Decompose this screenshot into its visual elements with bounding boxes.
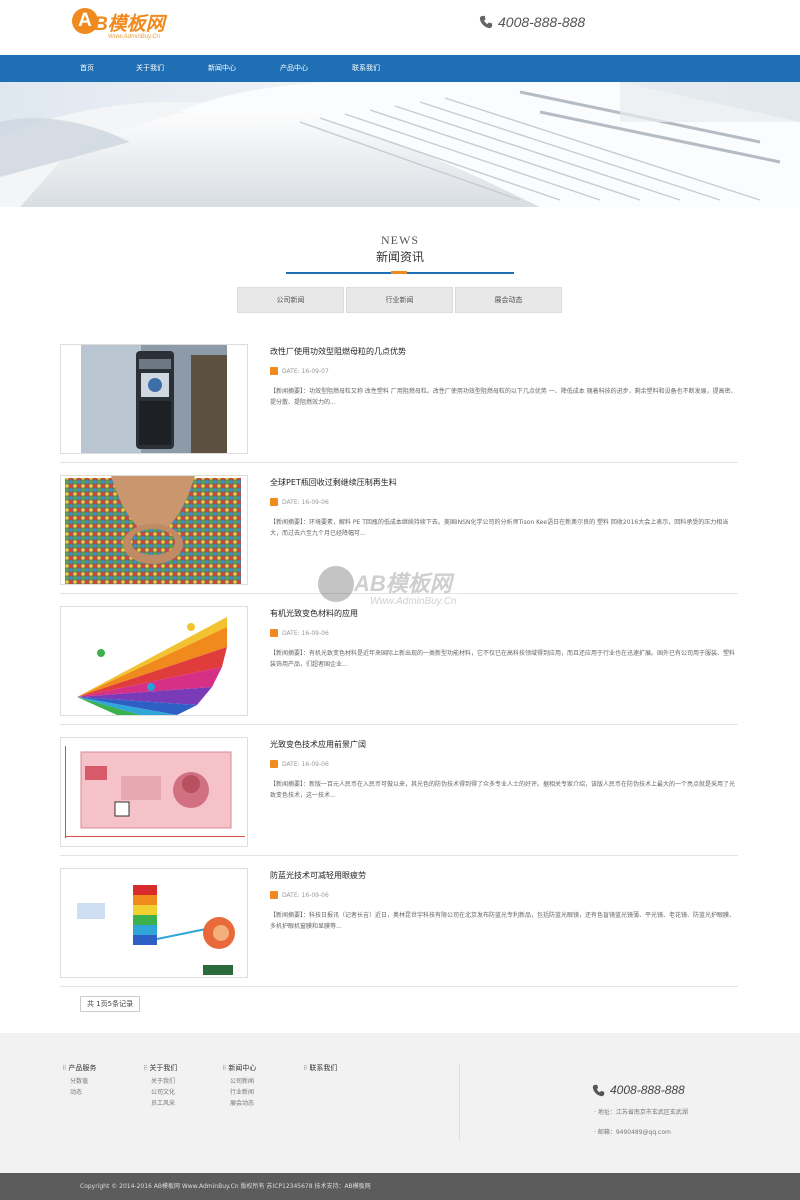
footer-link[interactable]: 动态 [62, 1087, 96, 1098]
news-summary: 【新闻摘要】：新版一百元人民币在入民币可做以来，其光色的防伪技术得到得了众多专业… [270, 781, 736, 799]
news-date-text: DATE: 16-09-06 [282, 498, 329, 506]
news-list-item[interactable]: 有机光致变色材料的应用 DATE: 16-09-06 【新闻摘要】：有机光致变色… [60, 594, 738, 725]
footer-link[interactable]: 员工风采 [143, 1098, 177, 1109]
section-title-cn: 新闻资讯 [375, 250, 424, 264]
pencil-icon [270, 891, 278, 899]
tab-company-news[interactable]: 公司新闻 [237, 287, 344, 313]
footer-copyright: Copyright © 2014-2016 AB模板网 Www.AdminBuy… [0, 1173, 800, 1200]
tab-industry-news[interactable]: 行业新闻 [346, 287, 453, 313]
news-date-text: DATE: 16-09-06 [282, 629, 329, 637]
nav-item-contact[interactable]: 联系我们 [352, 55, 380, 82]
footer-col-title: 联系我们 [303, 1063, 337, 1073]
phone-number: 4008-888-888 [498, 14, 586, 30]
footer-col-about: 关于我们 关于我们 公司文化 员工风采 [143, 1063, 177, 1109]
pencil-icon [270, 760, 278, 768]
news-thumbnail[interactable] [60, 344, 248, 454]
tab-exhibition-news[interactable]: 展会动态 [455, 287, 562, 313]
footer-col-title: 新闻中心 [222, 1063, 256, 1073]
news-title[interactable]: 改性厂使用功效型阻燃母粒的几点优势 [270, 346, 406, 357]
footer-col-title: 关于我们 [143, 1063, 177, 1073]
news-date: DATE: 16-09-06 [270, 760, 329, 768]
thumbnail-image [61, 738, 247, 846]
news-date: DATE: 16-09-06 [270, 629, 329, 637]
news-title[interactable]: 光致变色技术应用前景广阔 [270, 739, 366, 750]
news-date-text: DATE: 16-09-06 [282, 891, 329, 899]
site-logo[interactable]: A B模板网 Www.AdminBuy.Cn [72, 8, 192, 44]
nav-item-about[interactable]: 关于我们 [136, 55, 164, 82]
news-date: DATE: 16-09-06 [270, 498, 329, 506]
news-list-item[interactable]: 光致变色技术应用前景广阔 DATE: 16-09-06 【新闻摘要】：新版一百元… [60, 725, 738, 856]
category-tabs: 公司新闻 行业新闻 展会动态 [237, 287, 562, 313]
news-date: DATE: 16-09-06 [270, 891, 329, 899]
logo-subtitle: Www.AdminBuy.Cn [108, 34, 160, 40]
news-thumbnail[interactable] [60, 737, 248, 847]
news-title[interactable]: 防蓝光技术可减轻用眼疲劳 [270, 870, 366, 881]
thumbnail-image [61, 869, 247, 977]
thumbnail-image [81, 345, 227, 453]
site-footer: 产品服务 分数值 动态 关于我们 关于我们 公司文化 员工风采 新闻中心 公司新… [0, 1033, 800, 1173]
section-divider-accent [391, 271, 407, 274]
news-date: DATE: 16-09-07 [270, 367, 329, 375]
thumbnail-image [61, 607, 247, 715]
footer-link[interactable]: 展会动态 [222, 1098, 256, 1109]
news-list-item[interactable]: 全球PET瓶回收过剩继续压制再生料 DATE: 16-09-06 【新闻摘要】：… [60, 463, 738, 594]
pagination-summary: 共 1页5条记录 [80, 996, 141, 1012]
news-summary: 【新闻摘要】：功效型阻燃母粒又称 改性塑料 厂用阻燃母粒。改性厂使用功效型阻燃母… [270, 388, 737, 406]
footer-address: · 地址：江苏省南京市玄武区玄武湖 [594, 1109, 688, 1116]
footer-col-products: 产品服务 分数值 动态 [62, 1063, 96, 1098]
pencil-icon [270, 629, 278, 637]
news-thumbnail[interactable] [60, 475, 248, 585]
main-nav: 首页 关于我们 新闻中心 产品中心 联系我们 [0, 55, 800, 82]
footer-phone: 4008-888-888 [592, 1083, 685, 1097]
news-date-text: DATE: 16-09-06 [282, 760, 329, 768]
phone-icon [479, 15, 493, 29]
nav-item-products[interactable]: 产品中心 [280, 55, 308, 82]
news-list-item[interactable]: 防蓝光技术可减轻用眼疲劳 DATE: 16-09-06 【新闻摘要】：科技日报讯… [60, 856, 738, 987]
news-summary: 【新闻摘要】：科技日报讯（记者长吉）近日，奥林昆世宇科技有限公司在北京发布防蓝光… [270, 912, 736, 930]
hero-banner [0, 82, 800, 207]
nav-item-news[interactable]: 新闻中心 [208, 55, 236, 82]
site-header: A B模板网 Www.AdminBuy.Cn 4008-888-888 [0, 0, 800, 55]
news-summary: 【新闻摘要】：环境要素，解料 PE T回瓶的低成本继续持续下去。美国INSN化学… [270, 519, 729, 537]
news-date-text: DATE: 16-09-07 [282, 367, 329, 375]
footer-phone-number: 4008-888-888 [610, 1083, 685, 1097]
news-title[interactable]: 有机光致变色材料的应用 [270, 608, 358, 619]
nav-item-home[interactable]: 首页 [80, 55, 94, 82]
pencil-icon [270, 498, 278, 506]
news-thumbnail[interactable] [60, 606, 248, 716]
news-thumbnail[interactable] [60, 868, 248, 978]
news-list-item[interactable]: 改性厂使用功效型阻燃母粒的几点优势 DATE: 16-09-07 【新闻摘要】：… [60, 332, 738, 463]
news-title[interactable]: 全球PET瓶回收过剩继续压制再生料 [270, 477, 397, 488]
phone-icon [592, 1084, 605, 1096]
footer-link[interactable]: 分数值 [62, 1076, 96, 1087]
footer-link[interactable]: 公司新闻 [222, 1076, 256, 1087]
header-phone: 4008-888-888 [479, 14, 585, 30]
logo-text: B模板网 [94, 14, 165, 35]
footer-email: · 邮箱：9490489@qq.com [594, 1129, 671, 1136]
footer-col-news: 新闻中心 公司新闻 行业新闻 展会动态 [222, 1063, 256, 1109]
footer-divider [459, 1064, 460, 1140]
footer-col-contact: 联系我们 [303, 1063, 337, 1076]
section-title-en: NEWS [381, 233, 419, 247]
thumbnail-image [65, 476, 241, 584]
news-summary: 【新闻摘要】：有机光致变色材料是近年来国际上新出现的一类新型功能材料，它不仅已在… [270, 650, 736, 668]
footer-link[interactable]: 行业新闻 [222, 1087, 256, 1098]
footer-link[interactable]: 关于我们 [143, 1076, 177, 1087]
pencil-icon [270, 367, 278, 375]
banner-newspaper-image [0, 82, 800, 207]
footer-col-title: 产品服务 [62, 1063, 96, 1073]
footer-link[interactable]: 公司文化 [143, 1087, 177, 1098]
